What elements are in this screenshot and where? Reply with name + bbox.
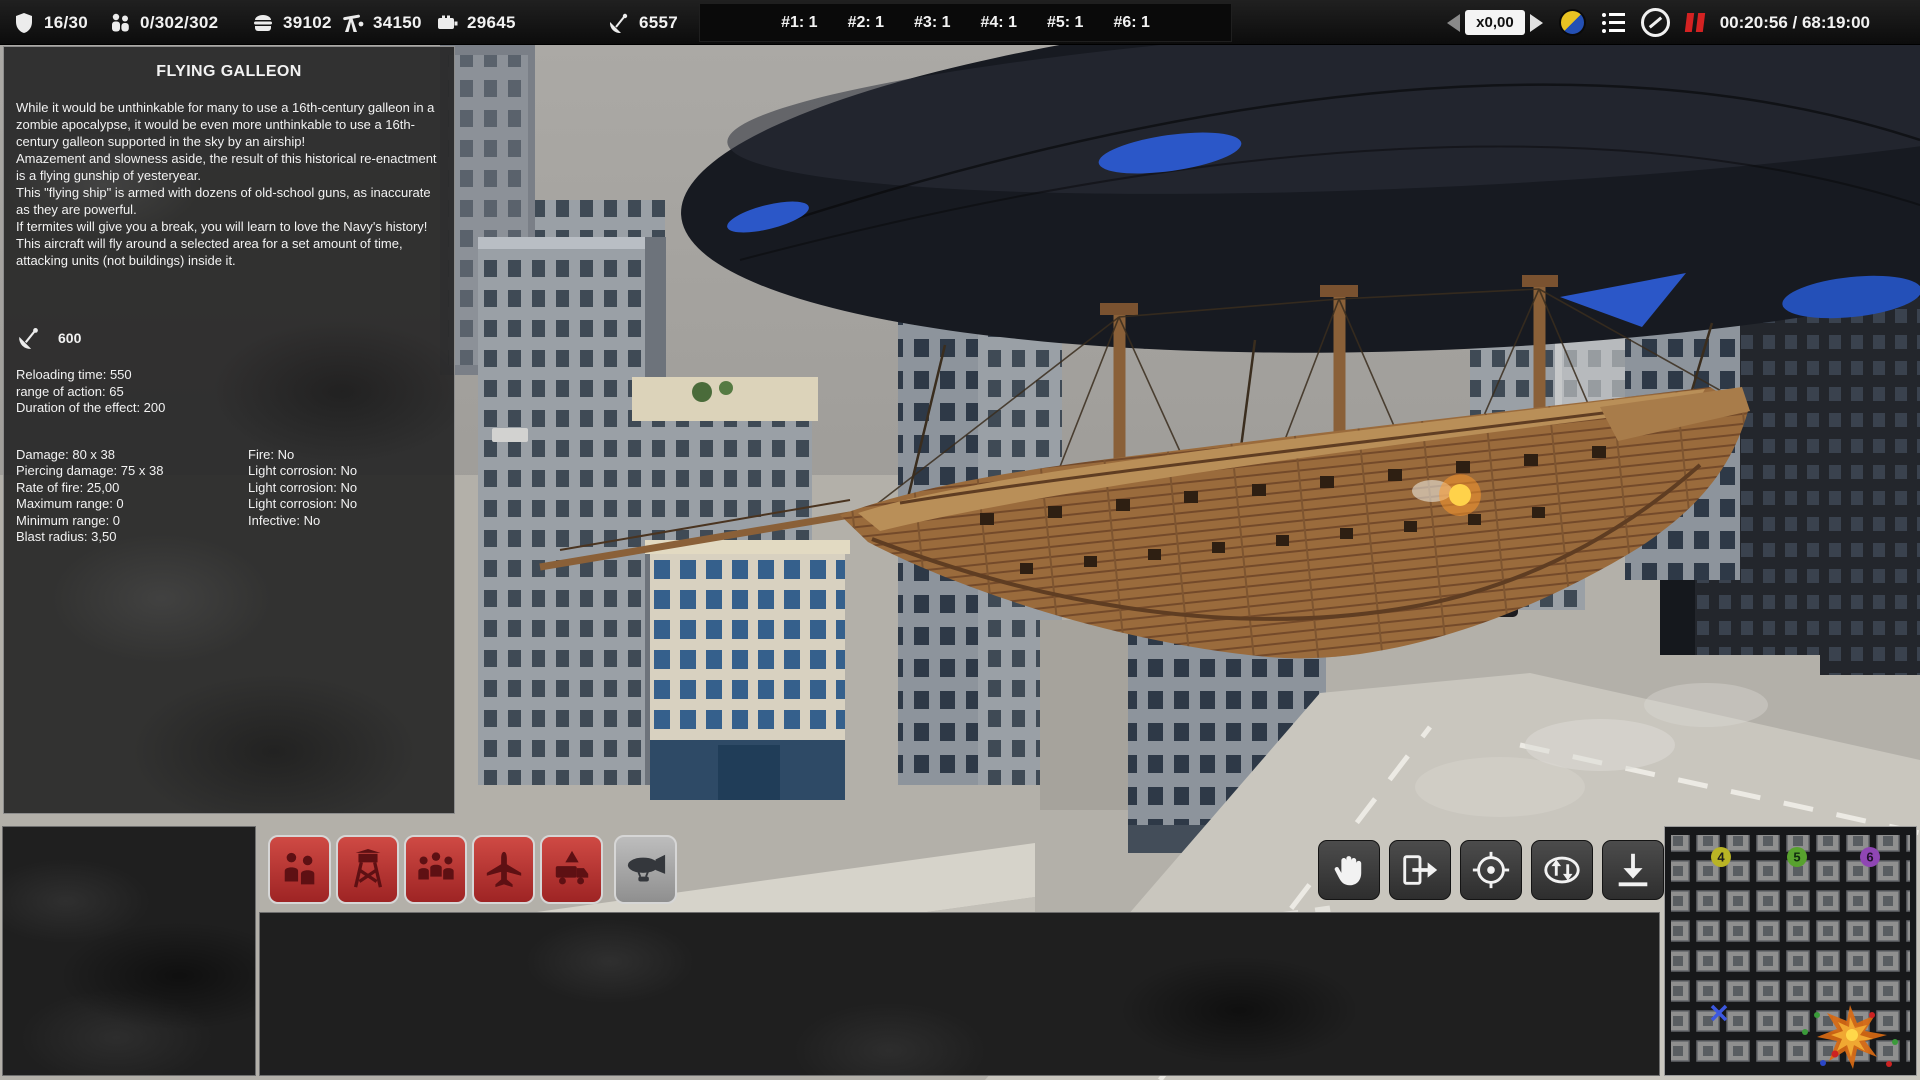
stat-effect-duration: Duration of the effect: 200 (16, 400, 442, 417)
stats-column-left: Damage: 80 x 38 Piercing damage: 75 x 38… (16, 447, 248, 546)
unit-action-bar (1318, 840, 1664, 900)
description-paragraph: This aircraft will fly around a selected… (16, 235, 442, 269)
waypoint-4-label: 4 (1717, 850, 1725, 865)
stat-minimum-range: Minimum range: 0 (16, 513, 248, 530)
stats-general: Reloading time: 550 range of action: 65 … (16, 367, 442, 417)
speed-value: x0,00 (1465, 10, 1525, 35)
resource-armor-value: 16/30 (44, 13, 88, 33)
description-paragraph: Amazement and slowness aside, the result… (16, 150, 442, 184)
swap-altitude-icon (1541, 849, 1583, 891)
stat-light-corrosion-3: Light corrosion: No (248, 496, 357, 513)
target-icon (1470, 849, 1512, 891)
truck-icon (551, 848, 593, 892)
stat-fire: Fire: No (248, 447, 357, 464)
shield-icon (12, 11, 36, 35)
zeppelin-icon (625, 848, 667, 892)
bottom-command-panel (259, 912, 1660, 1076)
resource-fuel-value: 34150 (373, 13, 422, 33)
unit-cost-row: 600 (16, 325, 442, 351)
population-icon (108, 11, 132, 35)
energy-icon (435, 11, 459, 35)
unit-build-bar (268, 835, 677, 904)
infantry-icon (279, 848, 321, 892)
speed-up-button[interactable] (1530, 14, 1543, 32)
top-bar: 16/30 0/302/302 39102 34150 29645 6557 #… (0, 0, 1920, 45)
resource-energy-value: 29645 (467, 13, 516, 33)
unit-cost-value: 600 (58, 330, 81, 346)
waypoint-5-label: 5 (1793, 850, 1800, 865)
unit-button-aircraft[interactable] (472, 835, 535, 904)
unit-button-infantry[interactable] (268, 835, 331, 904)
resource-satellite: 6557 (607, 0, 678, 45)
game-clock: 00:20:56 / 68:19:00 (1720, 13, 1870, 33)
stat-infective: Infective: No (248, 513, 357, 530)
pause-icon[interactable] (1686, 13, 1704, 32)
bottom-left-panel (2, 826, 256, 1076)
unit-title: FLYING GALLEON (16, 63, 442, 81)
aircraft-icon (483, 848, 525, 892)
satellite-icon (16, 325, 42, 351)
squad-counter-5[interactable]: #5: 1 (1047, 14, 1083, 32)
stat-rate-of-fire: Rate of fire: 25,00 (16, 480, 248, 497)
hand-icon (1328, 849, 1370, 891)
resource-population-value: 0/302/302 (140, 13, 218, 33)
satellite-icon (607, 11, 631, 35)
unit-description: While it would be unthinkable for many t… (16, 99, 442, 269)
watchtower-icon (347, 848, 389, 892)
fuel-icon (341, 11, 365, 35)
squad-counter-6[interactable]: #6: 1 (1113, 14, 1149, 32)
stats-column-right: Fire: No Light corrosion: No Light corro… (248, 447, 357, 546)
squad-icon (415, 848, 457, 892)
action-button-land[interactable] (1602, 840, 1664, 900)
resource-food-value: 39102 (283, 13, 332, 33)
action-button-hold[interactable] (1318, 840, 1380, 900)
resource-population: 0/302/302 (108, 0, 218, 45)
stat-light-corrosion-2: Light corrosion: No (248, 480, 357, 497)
squad-counter-bar: #1: 1 #2: 1 #3: 1 #4: 1 #5: 1 #6: 1 (699, 3, 1232, 42)
compass-icon[interactable] (1641, 8, 1670, 37)
stats-columns: Damage: 80 x 38 Piercing damage: 75 x 38… (16, 447, 442, 546)
unit-button-squad[interactable] (404, 835, 467, 904)
speed-control: x0,00 (1447, 10, 1543, 35)
squad-counter-3[interactable]: #3: 1 (914, 14, 950, 32)
stat-blast-radius: Blast radius: 3,50 (16, 529, 248, 546)
stat-reloading-time: Reloading time: 550 (16, 367, 442, 384)
resource-food: 39102 (251, 0, 332, 45)
waypoint-6-label: 6 (1866, 850, 1873, 865)
unit-button-watchtower[interactable] (336, 835, 399, 904)
speed-down-button[interactable] (1447, 14, 1460, 32)
description-paragraph: If termites will give you a break, you w… (16, 218, 442, 235)
action-button-target[interactable] (1460, 840, 1522, 900)
resource-fuel: 34150 (341, 0, 422, 45)
action-button-exit[interactable] (1389, 840, 1451, 900)
minimap[interactable]: 4 5 6 (1664, 826, 1917, 1076)
minimap-canvas: 4 5 6 (1665, 827, 1916, 1075)
description-paragraph: This "flying ship" is armed with dozens … (16, 184, 442, 218)
unit-button-truck[interactable] (540, 835, 603, 904)
resource-satellite-value: 6557 (639, 13, 678, 33)
action-button-change-altitude[interactable] (1531, 840, 1593, 900)
objectives-list-icon[interactable] (1602, 13, 1625, 33)
squad-counter-1[interactable]: #1: 1 (781, 14, 817, 32)
exit-icon (1399, 849, 1441, 891)
squad-counter-2[interactable]: #2: 1 (848, 14, 884, 32)
stat-light-corrosion-1: Light corrosion: No (248, 463, 357, 480)
stat-piercing-damage: Piercing damage: 75 x 38 (16, 463, 248, 480)
day-night-indicator-icon (1559, 9, 1586, 36)
resource-armor: 16/30 (12, 0, 88, 45)
food-icon (251, 11, 275, 35)
stat-damage: Damage: 80 x 38 (16, 447, 248, 464)
description-paragraph: While it would be unthinkable for many t… (16, 99, 442, 150)
top-right-controls: x0,00 00:20:56 / 68:19:00 (1447, 0, 1870, 45)
stat-range-of-action: range of action: 65 (16, 384, 442, 401)
land-icon (1612, 849, 1654, 891)
squad-counter-4[interactable]: #4: 1 (981, 14, 1017, 32)
stat-maximum-range: Maximum range: 0 (16, 496, 248, 513)
unit-info-panel: FLYING GALLEON While it would be unthink… (3, 46, 455, 814)
unit-button-zeppelin[interactable] (614, 835, 677, 904)
resource-energy: 29645 (435, 0, 516, 45)
